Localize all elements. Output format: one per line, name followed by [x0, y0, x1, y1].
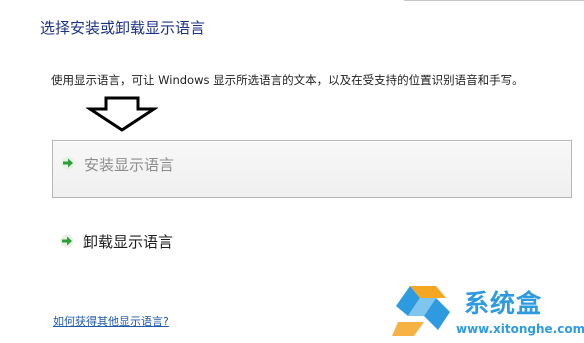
green-arrow-icon	[60, 234, 74, 248]
uninstall-display-language-option[interactable]: 卸载显示语言	[52, 222, 572, 262]
watermark-url: www.xitonghe.com	[456, 322, 584, 336]
get-more-languages-link[interactable]: 如何获得其他显示语言?	[53, 313, 169, 329]
green-arrow-icon	[61, 156, 75, 170]
top-divider	[404, 0, 584, 3]
watermark-logo-icon	[392, 286, 450, 336]
install-display-language-option[interactable]: 安装显示语言	[52, 140, 572, 198]
install-option-label: 安装显示语言	[84, 156, 175, 174]
description-text: 使用显示语言，可让 Windows 显示所选语言的文本，以及在受支持的位置识别语…	[51, 73, 524, 87]
down-arrow-icon	[86, 96, 158, 132]
watermark-name: 系统盒	[464, 289, 543, 318]
page-title: 选择安装或卸载显示语言	[40, 19, 206, 37]
watermark: 系统盒 www.xitonghe.com	[388, 276, 584, 343]
uninstall-option-label: 卸载显示语言	[83, 233, 174, 251]
